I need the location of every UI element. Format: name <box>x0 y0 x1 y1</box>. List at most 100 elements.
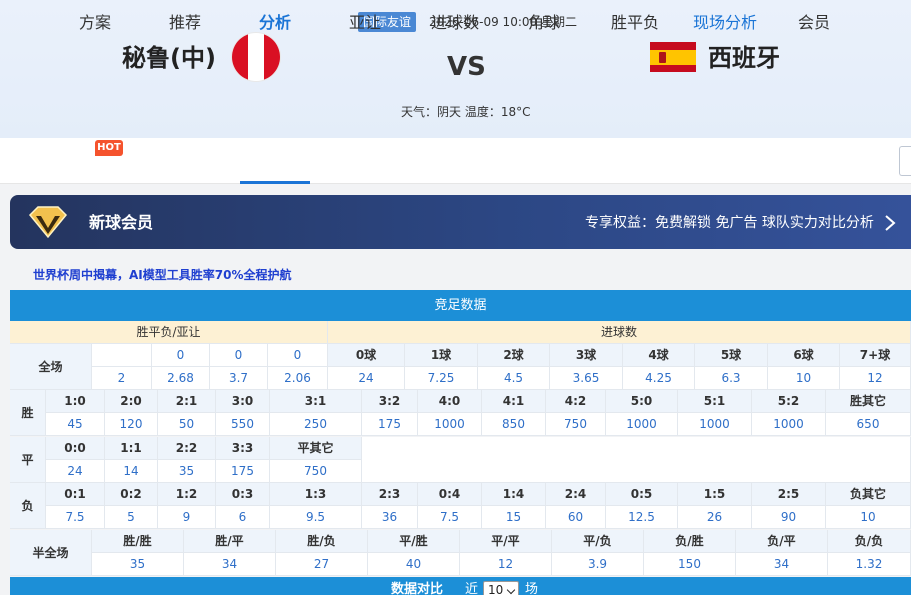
wdl-top-cell[interactable] <box>92 344 152 367</box>
diamond-v-icon <box>28 206 68 239</box>
score-odds-cell[interactable]: 6 <box>216 506 270 529</box>
score-odds-cell[interactable]: 36 <box>362 506 418 529</box>
score-cell: 胜其它 <box>826 390 911 413</box>
score-odds-cell[interactable]: 9.5 <box>270 506 362 529</box>
half-full-value[interactable]: 27 <box>276 553 368 576</box>
score-odds-cell[interactable]: 175 <box>216 460 270 483</box>
score-odds-cell[interactable]: 10 <box>826 506 911 529</box>
score-cell: 2:2 <box>158 437 216 460</box>
score-cell: 5:0 <box>606 390 678 413</box>
score-odds-cell[interactable]: 750 <box>546 413 606 436</box>
score-cell: 平其它 <box>270 437 362 460</box>
tab-4[interactable]: 进球数 <box>420 0 490 46</box>
half-full-value[interactable]: 34 <box>184 553 276 576</box>
score-odds-cell[interactable]: 175 <box>362 413 418 436</box>
tab-8[interactable]: 会员 <box>778 0 850 46</box>
half-full-value[interactable]: 150 <box>644 553 736 576</box>
score-cell: 4:0 <box>418 390 482 413</box>
score-odds-cell[interactable]: 14 <box>105 460 158 483</box>
score-cell: 1:5 <box>678 483 752 506</box>
half-full-value[interactable]: 34 <box>736 553 828 576</box>
chevron-down-icon <box>506 585 516 595</box>
goals-value-cell[interactable]: 6.3 <box>695 367 768 390</box>
wdl-header: 胜平负/亚让 <box>10 321 328 344</box>
vs-label: VS <box>447 52 486 82</box>
score-odds-cell[interactable]: 750 <box>270 460 362 483</box>
score-row-label: 负 <box>10 483 46 529</box>
wdl-bottom-cell[interactable]: 2.06 <box>268 367 328 390</box>
wdl-top-cell[interactable]: 0 <box>268 344 328 367</box>
score-cell: 1:3 <box>270 483 362 506</box>
score-odds-cell[interactable]: 1000 <box>678 413 752 436</box>
tab-7[interactable]: 现场分析 <box>685 0 765 46</box>
score-odds-cell[interactable]: 250 <box>270 413 362 436</box>
score-odds-cell[interactable]: 9 <box>158 506 216 529</box>
score-cell: 3:3 <box>216 437 270 460</box>
half-full-value[interactable]: 12 <box>460 553 552 576</box>
promo-link[interactable]: 世界杯周中揭幕，AI模型工具胜率70%全程护航 <box>33 267 291 283</box>
match-unit-label: 场 <box>525 582 539 595</box>
half-full-header: 胜/负 <box>276 530 368 553</box>
score-odds-cell[interactable]: 650 <box>826 413 911 436</box>
wdl-bottom-cell[interactable]: 3.7 <box>210 367 268 390</box>
tab-1[interactable]: 推荐 <box>148 0 222 46</box>
wdl-bottom-cell[interactable]: 2 <box>92 367 152 390</box>
score-odds-cell[interactable]: 850 <box>482 413 546 436</box>
goals-label-cell: 0球 <box>328 344 405 367</box>
score-odds-cell[interactable]: 90 <box>752 506 826 529</box>
score-odds-cell[interactable]: 60 <box>546 506 606 529</box>
tab-5[interactable]: 角球 <box>512 0 576 46</box>
score-odds-cell[interactable]: 26 <box>678 506 752 529</box>
half-full-value[interactable]: 1.32 <box>828 553 911 576</box>
goals-value-cell[interactable]: 4.25 <box>623 367 695 390</box>
score-odds-cell[interactable]: 5 <box>105 506 158 529</box>
tab-0[interactable]: 方案 <box>58 0 132 46</box>
tab-6[interactable]: 胜平负 <box>600 0 670 46</box>
tab-2[interactable]: 分析 <box>240 0 310 46</box>
score-odds-cell[interactable]: 12.5 <box>606 506 678 529</box>
score-odds-cell[interactable]: 15 <box>482 506 546 529</box>
goals-value-cell[interactable]: 3.65 <box>550 367 623 390</box>
score-cell: 3:0 <box>216 390 270 413</box>
score-cell: 0:5 <box>606 483 678 506</box>
score-odds-cell[interactable]: 1000 <box>752 413 826 436</box>
score-cell: 0:2 <box>105 483 158 506</box>
tab-3[interactable]: 亚让 <box>330 0 400 46</box>
score-odds-cell[interactable]: 7.5 <box>418 506 482 529</box>
score-empty <box>362 437 911 483</box>
score-cell: 负其它 <box>826 483 911 506</box>
score-odds-cell[interactable]: 1000 <box>418 413 482 436</box>
half-full-value[interactable]: 40 <box>368 553 460 576</box>
score-odds-cell[interactable]: 45 <box>46 413 105 436</box>
score-odds-cell[interactable]: 35 <box>158 460 216 483</box>
score-cell: 2:3 <box>362 483 418 506</box>
wdl-top-cell[interactable]: 0 <box>152 344 210 367</box>
score-odds-cell[interactable]: 7.5 <box>46 506 105 529</box>
tab-bar <box>0 138 911 184</box>
vip-title: 新球会员 <box>89 213 154 232</box>
match-count-select[interactable]: 10 <box>483 581 519 595</box>
goals-value-cell[interactable]: 24 <box>328 367 405 390</box>
half-full-header: 负/负 <box>828 530 911 553</box>
nav-side-button[interactable] <box>899 146 911 176</box>
goals-value-cell[interactable]: 12 <box>840 367 911 390</box>
score-odds-cell[interactable]: 50 <box>158 413 216 436</box>
half-full-header: 平/胜 <box>368 530 460 553</box>
score-odds-cell[interactable]: 1000 <box>606 413 678 436</box>
score-odds-cell[interactable]: 120 <box>105 413 158 436</box>
score-odds-cell[interactable]: 550 <box>216 413 270 436</box>
chevron-right-icon[interactable] <box>884 214 896 232</box>
goals-value-cell[interactable]: 7.25 <box>405 367 478 390</box>
score-odds-cell[interactable]: 24 <box>46 460 105 483</box>
wdl-bottom-cell[interactable]: 2.68 <box>152 367 210 390</box>
full-time-label: 全场 <box>10 344 92 390</box>
score-cell: 0:3 <box>216 483 270 506</box>
goals-label-cell: 4球 <box>623 344 695 367</box>
goals-value-cell[interactable]: 10 <box>768 367 840 390</box>
half-full-value[interactable]: 3.9 <box>552 553 644 576</box>
hot-badge: HOT <box>95 140 123 156</box>
wdl-top-cell[interactable]: 0 <box>210 344 268 367</box>
score-cell: 1:1 <box>105 437 158 460</box>
goals-value-cell[interactable]: 4.5 <box>478 367 550 390</box>
half-full-value[interactable]: 35 <box>92 553 184 576</box>
